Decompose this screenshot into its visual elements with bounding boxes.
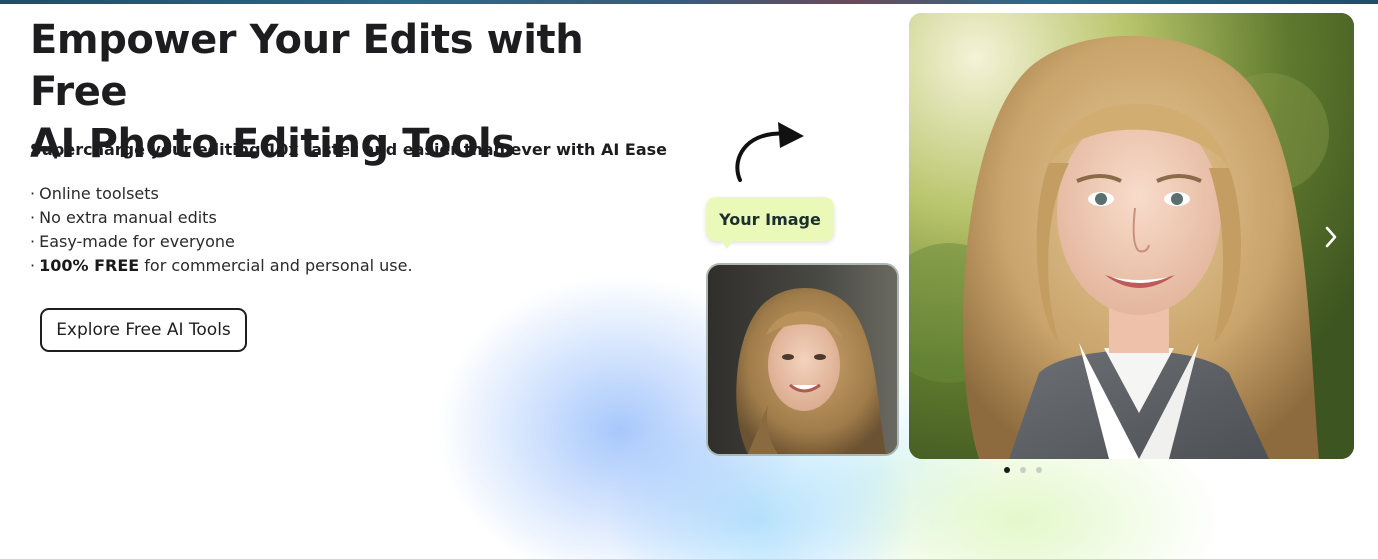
feature-item: · No extra manual edits [30, 206, 413, 230]
enhanced-photo [909, 13, 1354, 459]
explore-tools-button[interactable]: Explore Free AI Tools [40, 308, 247, 352]
original-photo-image [708, 265, 897, 454]
top-banner-strip [0, 0, 1378, 4]
feature-item: · 100% FREE for commercial and personal u… [30, 254, 413, 278]
hero-section: Empower Your Edits with Free AI Photo Ed… [0, 0, 1378, 559]
feature-list: · Online toolsets · No extra manual edits … [30, 182, 413, 278]
original-photo-thumbnail [706, 263, 899, 456]
carousel-dot-3[interactable] [1036, 467, 1042, 473]
title-line-1: Empower Your Edits with Free [30, 17, 584, 115]
feature-text: Online toolsets [39, 184, 159, 203]
feature-bold-text: 100% FREE [39, 256, 140, 275]
feature-item: · Easy-made for everyone [30, 230, 413, 254]
hero-subtitle: Supercharge your editing 10x faster and … [30, 140, 668, 159]
bullet: · [30, 232, 36, 251]
curved-arrow-icon [735, 122, 804, 182]
feature-text: No extra manual edits [39, 208, 217, 227]
carousel-dot-2[interactable] [1020, 467, 1026, 473]
carousel-dot-1[interactable] [1004, 467, 1010, 473]
bullet: · [30, 184, 36, 203]
carousel-pagination [1004, 467, 1042, 473]
bullet: · [30, 256, 36, 275]
your-image-label: Your Image [706, 197, 834, 241]
carousel-next-button[interactable] [1316, 222, 1346, 252]
feature-item: · Online toolsets [30, 182, 413, 206]
enhanced-photo-image [909, 13, 1354, 459]
feature-text: Easy-made for everyone [39, 232, 235, 251]
chevron-right-icon [1325, 226, 1337, 248]
bubble-tail [720, 239, 734, 249]
bullet: · [30, 208, 36, 227]
feature-text: for commercial and personal use. [139, 256, 413, 275]
